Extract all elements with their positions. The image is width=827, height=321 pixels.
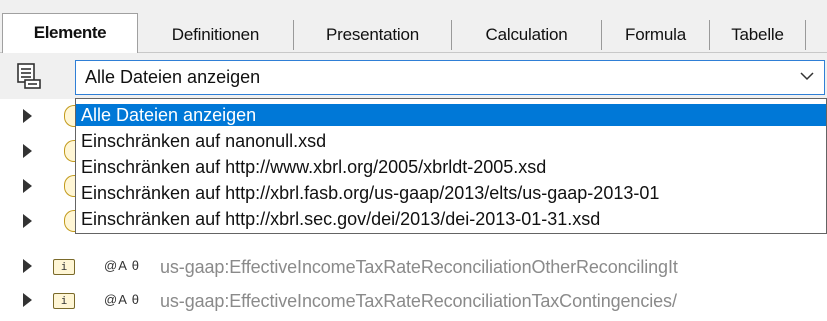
concept-name: us-gaap:EffectiveIncomeTaxRateReconcilia… [160,257,678,277]
file-filter-select[interactable]: Alle Dateien anzeigen [75,60,825,95]
chevron-down-icon [800,72,814,81]
info-badge-icon: i [53,293,75,309]
filter-list-icon[interactable] [16,62,42,90]
expand-triangle-icon[interactable] [23,293,32,307]
concept-symbols: @A θ [104,258,140,273]
expand-triangle-icon[interactable] [23,214,32,228]
dropdown-option[interactable]: Alle Dateien anzeigen [76,104,826,126]
tab-formula[interactable]: Formula [602,20,710,50]
tab-elemente[interactable]: Elemente [2,13,138,53]
dropdown-option[interactable]: Einschränken auf http://www.xbrl.org/200… [76,156,826,178]
file-filter-value: Alle Dateien anzeigen [85,67,261,87]
list-item[interactable]: i @A θ us-gaap:EffectiveIncomeTaxRateRec… [0,283,827,321]
expand-triangle-icon[interactable] [23,179,32,193]
file-filter-dropdown: Alle Dateien anzeigen Einschränken auf n… [75,98,827,234]
list-item[interactable]: i @A θ us-gaap:EffectiveIncomeTaxRateRec… [0,249,827,287]
concept-name: us-gaap:EffectiveIncomeTaxRateReconcilia… [160,291,677,311]
expand-triangle-icon[interactable] [23,144,32,158]
info-badge-icon: i [53,259,75,275]
expand-triangle-icon[interactable] [23,259,32,273]
dropdown-option[interactable]: Einschränken auf http://xbrl.fasb.org/us… [76,182,826,204]
tab-presentation[interactable]: Presentation [294,20,452,50]
tab-strip: Elemente Definitionen Presentation Calcu… [0,0,827,53]
tab-tabelle[interactable]: Tabelle [710,20,806,50]
concept-symbols: @A θ [104,292,140,307]
expand-triangle-icon[interactable] [23,109,32,123]
tab-definitionen[interactable]: Definitionen [138,20,294,50]
dropdown-option[interactable]: Einschränken auf http://xbrl.sec.gov/dei… [76,208,826,230]
dropdown-option[interactable]: Einschränken auf nanonull.xsd [76,130,826,152]
tab-calculation[interactable]: Calculation [452,20,602,50]
